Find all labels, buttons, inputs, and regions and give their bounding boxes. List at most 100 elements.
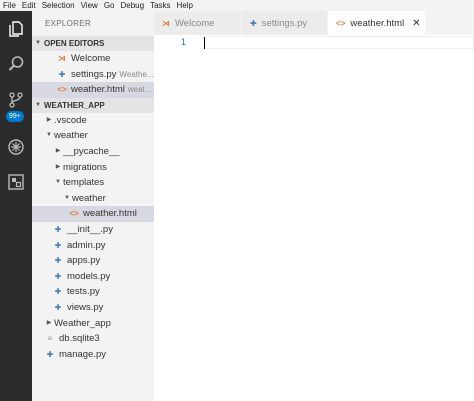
html-icon: <> [69,209,79,219]
menu-tasks[interactable]: Tasks [147,0,173,11]
tree-file-init[interactable]: ✚ __init__.py [32,222,154,238]
tree-item-label: __pycache__ [63,145,120,157]
tree-item-label: admin.py [67,239,106,251]
tree-file-db-sqlite3[interactable]: ≡ db.sqlite3 [32,331,154,347]
tree-folder-templates[interactable]: ▼ templates [32,175,154,191]
python-icon: ✚ [250,18,257,28]
python-icon: ✚ [54,224,62,234]
extensions-icon [8,174,24,190]
tree-file-weather-html[interactable]: <> weather.html [32,206,154,222]
debug-icon [8,139,24,155]
project-label: WEATHER_APP [44,100,105,110]
python-icon: ✚ [54,271,62,281]
chevron-right-icon: ▶ [46,116,52,123]
tree-folder-migrations[interactable]: ▶ migrations [32,160,154,176]
tree-file-views[interactable]: ✚ views.py [32,300,154,316]
project-header[interactable]: ▼ WEATHER_APP [32,97,154,113]
vs-logo-icon: ⋊ [162,18,170,28]
tree-folder-weather[interactable]: ▼ weather [32,128,154,144]
tree-item-label: weather [54,130,88,142]
tab-label: weather.html [350,17,405,29]
tree-item-label: db.sqlite3 [59,333,100,345]
open-editor-path-hint: weat... [127,85,152,95]
vs-logo-icon: ⋊ [58,54,66,63]
menu-selection[interactable]: Selection [39,0,78,11]
editor-tabs: ⋊ Welcome ✚ settings.py <> weather.html … [154,11,474,35]
tree-item-label: manage.py [59,348,107,360]
chevron-down-icon: ▼ [55,179,61,186]
current-line-highlight [204,36,474,49]
explorer-sidebar: EXPLORER ▼ OPEN EDITORS ⋊ Welcome ✚ sett… [32,11,154,401]
menu-bar: File Edit Selection View Go Debug Tasks … [0,0,474,11]
tree-item-label: tests.py [67,286,100,298]
tab-settings-py[interactable]: ✚ settings.py [242,11,328,35]
open-editor-weather-html[interactable]: <> weather.html weat... [32,82,154,98]
open-editor-label: weather.html [71,84,125,96]
extensions-button[interactable] [0,166,32,198]
tree-folder-weather-app[interactable]: ▶ Weather_app [32,316,154,332]
menu-view[interactable]: View [78,0,101,11]
python-icon: ✚ [46,349,54,359]
text-cursor [204,37,205,49]
open-editor-settings[interactable]: ✚ settings.py Weathe... [32,67,154,83]
chevron-down-icon: ▼ [46,132,52,139]
open-editor-label: Welcome [71,53,111,64]
tree-item-label: models.py [67,270,111,282]
menu-help[interactable]: Help [174,0,196,11]
tree-file-manage[interactable]: ✚ manage.py [32,347,154,363]
tab-label: Welcome [175,17,215,29]
python-icon: ✚ [54,287,62,297]
html-icon: <> [57,85,67,95]
html-icon: <> [336,18,346,28]
files-icon [9,21,23,37]
tree-folder-templates-weather[interactable]: ▼ weather [32,191,154,207]
close-icon[interactable]: ✕ [412,18,420,29]
tree-folder-pycache[interactable]: ▶ __pycache__ [32,144,154,160]
activity-bar: 99+ [0,11,32,401]
tree-item-label: .vscode [54,114,87,126]
menu-debug[interactable]: Debug [117,0,147,11]
menu-edit[interactable]: Edit [19,0,39,11]
tree-item-label: weather.html [83,208,137,220]
open-editor-welcome[interactable]: ⋊ Welcome [32,51,154,67]
tab-label: settings.py [261,17,308,29]
open-editor-label: settings.py [71,68,117,80]
menu-file[interactable]: File [0,0,19,11]
explorer-title: EXPLORER [45,19,91,28]
python-icon: ✚ [54,240,62,250]
tree-file-admin[interactable]: ✚ admin.py [32,238,154,254]
scm-count-badge: 99+ [6,111,24,122]
python-icon: ✚ [54,256,62,266]
tab-welcome[interactable]: ⋊ Welcome [154,11,242,35]
menu-go[interactable]: Go [101,0,118,11]
tree-item-label: __init__.py [67,223,113,235]
open-editors-label: OPEN EDITORS [44,39,105,48]
explorer-button[interactable] [0,13,32,45]
search-button[interactable] [0,48,32,80]
tree-item-label: migrations [63,161,107,173]
python-icon: ✚ [54,302,62,312]
chevron-right-icon: ▶ [55,163,61,170]
tree-folder-vscode[interactable]: ▶ .vscode [32,113,154,129]
tree-item-label: views.py [67,301,104,313]
tree-item-label: weather [72,192,106,204]
python-icon: ✚ [58,69,66,79]
open-editors-header[interactable]: ▼ OPEN EDITORS [32,36,154,51]
chevron-right-icon: ▶ [55,147,61,154]
chevron-down-icon: ▼ [35,101,41,108]
tree-item-label: templates [63,177,105,189]
line-number: 1 [180,38,186,48]
tree-file-apps[interactable]: ✚ apps.py [32,253,154,269]
chevron-down-icon: ▼ [35,40,41,46]
chevron-right-icon: ▶ [46,319,52,326]
search-icon [8,56,24,71]
open-editor-path-hint: Weathe... [119,69,154,79]
source-control-icon [9,92,23,108]
tree-file-tests[interactable]: ✚ tests.py [32,284,154,300]
tree-item-label: apps.py [67,255,101,267]
tree-file-models[interactable]: ✚ models.py [32,269,154,285]
tab-weather-html[interactable]: <> weather.html ✕ [328,11,426,35]
debug-button[interactable] [0,131,32,163]
file-icon: ≡ [47,334,53,344]
chevron-down-icon: ▼ [64,194,70,201]
